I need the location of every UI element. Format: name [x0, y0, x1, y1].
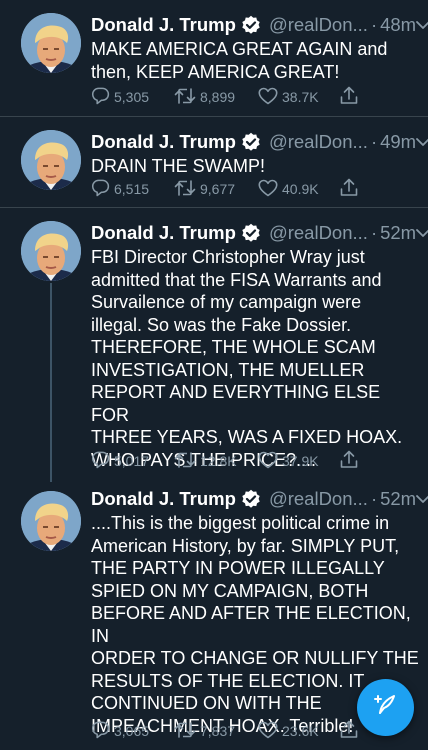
- avatar[interactable]: [21, 491, 81, 551]
- author-handle[interactable]: @realDon...: [269, 130, 368, 154]
- like-button[interactable]: 37.9K: [258, 451, 340, 472]
- retweet-count: 8,899: [200, 89, 236, 105]
- like-button[interactable]: 23.6K: [258, 721, 340, 742]
- tweet-text: DRAIN THE SWAMP!: [91, 156, 266, 176]
- author-name[interactable]: Donald J. Trump: [91, 13, 236, 37]
- tweet-actions: 5,017 12.8K 37.9K: [91, 450, 391, 472]
- reply-icon: [91, 450, 110, 472]
- retweet-button[interactable]: 7,837: [174, 721, 258, 742]
- retweet-button[interactable]: 12.8K: [174, 451, 258, 472]
- timestamp[interactable]: 52m: [380, 487, 416, 511]
- tweet-header: Donald J. Trump @realDon... · 52m: [91, 221, 428, 245]
- compose-tweet-icon: [372, 691, 400, 724]
- compose-tweet-button[interactable]: [357, 679, 414, 736]
- tweet[interactable]: Donald J. Trump @realDon... · 52m FBI Di…: [0, 208, 428, 482]
- author-name[interactable]: Donald J. Trump: [91, 487, 236, 511]
- reply-count: 5,017: [114, 453, 150, 469]
- chevron-down-icon[interactable]: [416, 20, 428, 30]
- share-button[interactable]: [340, 720, 358, 742]
- reply-button[interactable]: 5,305: [91, 86, 174, 108]
- avatar[interactable]: [21, 221, 81, 281]
- tweet-actions: 3,065 7,837 23.6K: [91, 720, 391, 742]
- reply-count: 3,065: [114, 723, 150, 739]
- thread-connector-line: [50, 283, 52, 482]
- verified-badge-icon: [241, 223, 261, 243]
- heart-icon: [258, 721, 278, 742]
- timeline-feed: Donald J. Trump @realDon... · 48m MAKE A…: [0, 0, 428, 750]
- heart-icon: [258, 87, 278, 108]
- heart-icon: [258, 451, 278, 472]
- separator-dot: ·: [370, 14, 378, 35]
- share-icon: [340, 720, 358, 742]
- reply-count: 6,515: [114, 181, 150, 197]
- avatar[interactable]: [21, 130, 81, 190]
- tweet-header: Donald J. Trump @realDon... · 52m: [91, 487, 428, 511]
- reply-button[interactable]: 6,515: [91, 178, 174, 200]
- share-icon: [340, 86, 358, 108]
- verified-badge-icon: [241, 489, 261, 509]
- author-handle[interactable]: @realDon...: [269, 221, 368, 245]
- tweet[interactable]: Donald J. Trump @realDon... · 49m DRAIN …: [0, 117, 428, 208]
- retweet-count: 12.8K: [200, 453, 237, 469]
- share-button[interactable]: [340, 86, 358, 108]
- timestamp[interactable]: 49m: [380, 130, 416, 154]
- tweet-text: FBI Director Christopher Wray just admit…: [91, 247, 403, 470]
- timestamp[interactable]: 52m: [380, 221, 416, 245]
- retweet-count: 9,677: [200, 181, 236, 197]
- like-button[interactable]: 38.7K: [258, 87, 340, 108]
- reply-icon: [91, 720, 110, 742]
- like-count: 38.7K: [282, 89, 319, 105]
- retweet-icon: [174, 179, 196, 200]
- author-handle[interactable]: @realDon...: [269, 13, 368, 37]
- retweet-button[interactable]: 8,899: [174, 87, 258, 108]
- share-icon: [340, 178, 358, 200]
- avatar[interactable]: [21, 13, 81, 73]
- chevron-down-icon[interactable]: [416, 137, 428, 147]
- retweet-icon: [174, 87, 196, 108]
- separator-dot: ·: [370, 131, 378, 152]
- tweet-actions: 6,515 9,677 40.9K: [91, 178, 391, 200]
- verified-badge-icon: [241, 132, 261, 152]
- heart-icon: [258, 179, 278, 200]
- reply-button[interactable]: 3,065: [91, 720, 174, 742]
- author-name[interactable]: Donald J. Trump: [91, 130, 236, 154]
- share-button[interactable]: [340, 450, 358, 472]
- like-count: 37.9K: [282, 453, 319, 469]
- tweet-header: Donald J. Trump @realDon... · 49m: [91, 130, 428, 154]
- like-count: 23.6K: [282, 723, 319, 739]
- chevron-down-icon[interactable]: [416, 494, 428, 504]
- tweet-header: Donald J. Trump @realDon... · 48m: [91, 13, 428, 37]
- author-name[interactable]: Donald J. Trump: [91, 221, 236, 245]
- timestamp[interactable]: 48m: [380, 13, 416, 37]
- reply-button[interactable]: 5,017: [91, 450, 174, 472]
- verified-badge-icon: [241, 15, 261, 35]
- retweet-icon: [174, 451, 196, 472]
- reply-icon: [91, 178, 110, 200]
- retweet-button[interactable]: 9,677: [174, 179, 258, 200]
- share-icon: [340, 450, 358, 472]
- reply-icon: [91, 86, 110, 108]
- tweet-text: MAKE AMERICA GREAT AGAIN and then, KEEP …: [91, 39, 388, 82]
- reply-count: 5,305: [114, 89, 150, 105]
- tweet[interactable]: Donald J. Trump @realDon... · 48m MAKE A…: [0, 0, 428, 117]
- like-button[interactable]: 40.9K: [258, 179, 340, 200]
- retweet-icon: [174, 721, 196, 742]
- separator-dot: ·: [370, 222, 378, 243]
- chevron-down-icon[interactable]: [416, 228, 428, 238]
- retweet-count: 7,837: [200, 723, 236, 739]
- separator-dot: ·: [370, 488, 378, 509]
- tweet-actions: 5,305 8,899 38.7K: [91, 86, 391, 108]
- share-button[interactable]: [340, 178, 358, 200]
- author-handle[interactable]: @realDon...: [269, 487, 368, 511]
- like-count: 40.9K: [282, 181, 319, 197]
